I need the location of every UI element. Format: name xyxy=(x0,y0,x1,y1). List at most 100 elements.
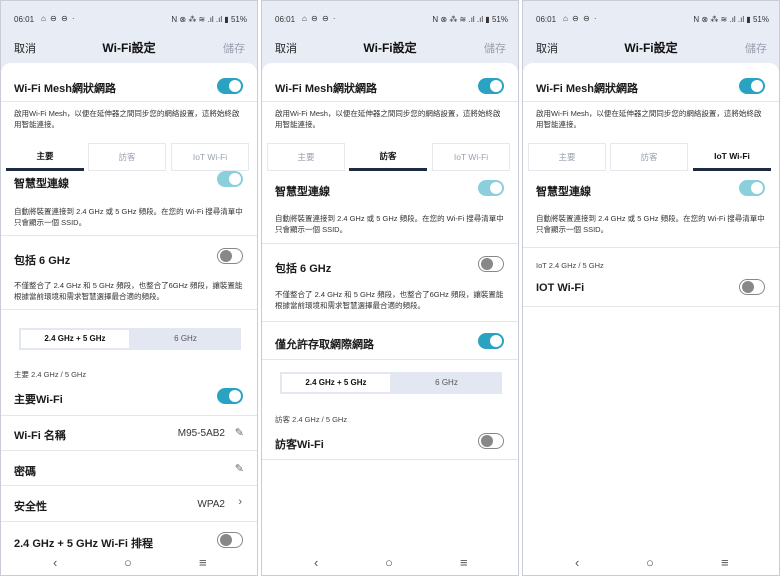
tab-bar: 主要 訪客 IoT Wi-Fi xyxy=(1,143,257,171)
main-wifi-label: 主要Wi-Fi xyxy=(14,394,63,406)
back-icon[interactable]: ‹ xyxy=(314,555,318,570)
divider xyxy=(523,306,779,307)
notification-icons: ⌂ ⊖ ⊖ · xyxy=(563,14,598,23)
status-bar: 06:01 ⌂ ⊖ ⊖ · N ⊗ ⁂ ≋ .ıl .ıl ▮ 51% xyxy=(262,1,518,35)
include-6ghz-description: 不僅整合了 2.4 GHz 和 5 GHz 頻段，也整合了6GHz 頻段，讓裝置… xyxy=(14,281,243,301)
divider xyxy=(262,459,518,460)
status-time: 06:01 xyxy=(275,15,296,24)
tab-main[interactable]: 主要 xyxy=(267,143,345,171)
tab-iot[interactable]: IoT Wi-Fi xyxy=(693,143,771,171)
status-time: 06:01 xyxy=(536,15,557,24)
mesh-label: Wi-Fi Mesh網狀網路 xyxy=(275,83,377,95)
status-bar: 06:01 ⌂ ⊖ ⊖ · N ⊗ ⁂ ≋ .ıl .ıl ▮ 51% xyxy=(523,1,779,35)
band-segment: 2.4 GHz + 5 GHz 6 GHz xyxy=(280,372,502,394)
mesh-label: Wi-Fi Mesh網狀網路 xyxy=(536,83,638,95)
divider xyxy=(1,485,257,486)
divider xyxy=(262,359,518,360)
status-right-icons: N ⊗ ⁂ ≋ .ıl .ıl ▮ 51% xyxy=(171,15,247,24)
phone-guest-tab: 06:01 ⌂ ⊖ ⊖ · N ⊗ ⁂ ≋ .ıl .ıl ▮ 51% 取消 W… xyxy=(261,0,519,576)
internet-only-label: 僅允許存取網際網路 xyxy=(275,339,374,351)
mesh-toggle[interactable] xyxy=(217,78,243,94)
tab-iot[interactable]: IoT Wi-Fi xyxy=(432,143,510,171)
internet-only-toggle[interactable] xyxy=(478,333,504,349)
menu-icon[interactable]: ≡ xyxy=(721,555,729,570)
iot-wifi-toggle[interactable] xyxy=(739,279,765,295)
system-nav-bar: ‹ ○ ≡ xyxy=(1,553,257,575)
smart-connect-toggle[interactable] xyxy=(217,171,243,187)
home-icon[interactable]: ○ xyxy=(646,555,654,570)
smart-connect-description: 自動將裝置連接到 2.4 GHz 或 5 GHz 頻段。在您的 Wi-Fi 搜尋… xyxy=(14,207,243,227)
settings-content: Wi-Fi Mesh網狀網路 啟用Wi-Fi Mesh，以便在延伸器之間同步您的… xyxy=(262,63,518,553)
smart-connect-description: 自動將裝置連接到 2.4 GHz 或 5 GHz 頻段。在您的 Wi-Fi 搜尋… xyxy=(536,214,765,234)
mesh-description: 啟用Wi-Fi Mesh，以便在延伸器之間同步您的網絡設置，這將始終啟用智能連接… xyxy=(275,109,501,129)
save-button[interactable]: 儲存 xyxy=(745,40,767,56)
smart-connect-description: 自動將裝置連接到 2.4 GHz 或 5 GHz 頻段。在您的 Wi-Fi 搜尋… xyxy=(275,214,504,234)
section-title: IoT 2.4 GHz / 5 GHz xyxy=(536,261,604,270)
page-title: Wi-Fi設定 xyxy=(624,41,678,55)
include-6ghz-label: 包括 6 GHz xyxy=(275,263,332,275)
divider xyxy=(1,415,257,416)
tab-bar: 主要 訪客 IoT Wi-Fi xyxy=(523,143,779,171)
tab-guest[interactable]: 訪客 xyxy=(349,143,427,171)
status-bar: 06:01 ⌂ ⊖ ⊖ · N ⊗ ⁂ ≋ .ıl .ıl ▮ 51% xyxy=(1,1,257,35)
segment-6ghz[interactable]: 6 GHz xyxy=(130,328,241,350)
iot-wifi-label: IOT Wi-Fi xyxy=(536,282,585,294)
settings-content: Wi-Fi Mesh網狀網路 啟用Wi-Fi Mesh，以便在延伸器之間同步您的… xyxy=(523,63,779,553)
segment-24-5ghz[interactable]: 2.4 GHz + 5 GHz xyxy=(21,330,129,348)
section-title: 訪客 2.4 GHz / 5 GHz xyxy=(275,415,348,424)
edit-name-icon[interactable]: ✎ xyxy=(235,426,244,439)
tab-iot[interactable]: IoT Wi-Fi xyxy=(171,143,249,171)
mesh-label: Wi-Fi Mesh網狀網路 xyxy=(14,83,116,95)
guest-wifi-toggle[interactable] xyxy=(478,433,504,449)
segment-24-5ghz[interactable]: 2.4 GHz + 5 GHz xyxy=(282,374,390,392)
page-title: Wi-Fi設定 xyxy=(102,41,156,55)
status-right-icons: N ⊗ ⁂ ≋ .ıl .ıl ▮ 51% xyxy=(693,15,769,24)
divider xyxy=(523,247,779,248)
back-icon[interactable]: ‹ xyxy=(53,555,57,570)
home-icon[interactable]: ○ xyxy=(124,555,132,570)
password-label: 密碼 xyxy=(14,466,36,478)
notification-icons: ⌂ ⊖ ⊖ · xyxy=(302,14,337,23)
mesh-toggle[interactable] xyxy=(739,78,765,94)
tab-main[interactable]: 主要 xyxy=(6,143,84,171)
include-6ghz-toggle[interactable] xyxy=(217,248,243,264)
settings-content: Wi-Fi Mesh網狀網路 啟用Wi-Fi Mesh，以便在延伸器之間同步您的… xyxy=(1,63,257,553)
status-time: 06:01 xyxy=(14,15,35,24)
smart-connect-toggle[interactable] xyxy=(739,180,765,196)
divider xyxy=(1,235,257,236)
smart-connect-toggle[interactable] xyxy=(478,180,504,196)
system-nav-bar: ‹ ○ ≡ xyxy=(523,553,779,575)
tab-guest[interactable]: 訪客 xyxy=(610,143,688,171)
nav-bar: 取消 Wi-Fi設定 儲存 xyxy=(1,35,257,59)
divider xyxy=(1,309,257,310)
divider xyxy=(523,101,779,102)
menu-icon[interactable]: ≡ xyxy=(460,555,468,570)
phone-iot-tab: 06:01 ⌂ ⊖ ⊖ · N ⊗ ⁂ ≋ .ıl .ıl ▮ 51% 取消 W… xyxy=(522,0,780,576)
edit-password-icon[interactable]: ✎ xyxy=(235,462,244,475)
save-button[interactable]: 儲存 xyxy=(223,40,245,56)
include-6ghz-label: 包括 6 GHz xyxy=(14,255,71,267)
notification-icons: ⌂ ⊖ ⊖ · xyxy=(41,14,76,23)
tab-bar: 主要 訪客 IoT Wi-Fi xyxy=(262,143,518,171)
chevron-right-icon[interactable]: › xyxy=(238,496,242,508)
save-button[interactable]: 儲存 xyxy=(484,40,506,56)
smart-connect-label: 智慧型連線 xyxy=(536,186,591,198)
divider xyxy=(1,521,257,522)
back-icon[interactable]: ‹ xyxy=(575,555,579,570)
schedule-toggle[interactable] xyxy=(217,532,243,548)
wifi-name-label: Wi-Fi 名稱 xyxy=(14,430,66,442)
menu-icon[interactable]: ≡ xyxy=(199,555,207,570)
nav-bar: 取消 Wi-Fi設定 儲存 xyxy=(262,35,518,59)
smart-connect-label: 智慧型連線 xyxy=(275,186,330,198)
segment-6ghz[interactable]: 6 GHz xyxy=(391,372,502,394)
include-6ghz-description: 不僅整合了 2.4 GHz 和 5 GHz 頻段，也整合了6GHz 頻段，讓裝置… xyxy=(275,290,504,310)
tab-main[interactable]: 主要 xyxy=(528,143,606,171)
mesh-toggle[interactable] xyxy=(478,78,504,94)
include-6ghz-toggle[interactable] xyxy=(478,256,504,272)
home-icon[interactable]: ○ xyxy=(385,555,393,570)
divider xyxy=(262,243,518,244)
tab-guest[interactable]: 訪客 xyxy=(88,143,166,171)
security-value: WPA2 xyxy=(197,499,225,510)
divider xyxy=(262,321,518,322)
main-wifi-toggle[interactable] xyxy=(217,388,243,404)
